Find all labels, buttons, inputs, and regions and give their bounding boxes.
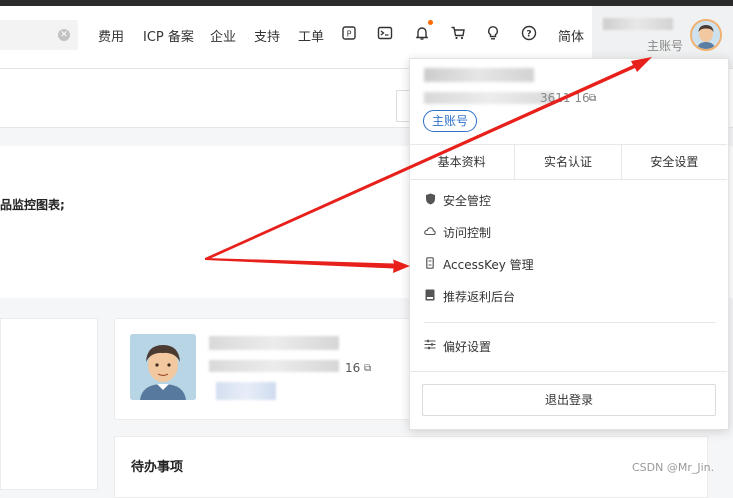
menu-item-referral[interactable]: 推荐返利后台 (424, 287, 515, 305)
menu-item-label: 推荐返利后台 (443, 289, 516, 304)
menu-item-label: 访问控制 (443, 225, 492, 240)
book-icon (424, 289, 436, 304)
profile-id-redacted (209, 360, 339, 372)
notification-dot (428, 20, 433, 25)
menu-item-label: AccessKey 管理 (443, 257, 534, 272)
dropdown-divider (424, 322, 716, 323)
search-input[interactable]: ✕ (0, 20, 78, 50)
cart-icon[interactable] (449, 24, 467, 42)
clear-search-icon[interactable]: ✕ (58, 29, 70, 41)
user-role-label: 主账号 (647, 39, 684, 53)
notice-text: 品监控图表; (0, 198, 65, 212)
svg-text:P: P (347, 30, 352, 39)
menu-item-access-control[interactable]: 访问控制 (424, 223, 491, 241)
tab-security-settings[interactable]: 安全设置 (622, 145, 727, 179)
left-panel (0, 318, 98, 490)
menu-item-label: 安全管控 (443, 193, 492, 208)
lightbulb-icon[interactable] (484, 24, 502, 42)
shield-icon (424, 193, 436, 208)
menu-item-security-control[interactable]: 安全管控 (424, 191, 491, 209)
avatar[interactable] (690, 19, 722, 51)
menu-item-label: 偏好设置 (443, 339, 492, 354)
menu-item-preferences[interactable]: 偏好设置 (424, 337, 491, 355)
todo-card (114, 436, 708, 498)
dropdown-user-name-redacted (424, 68, 534, 82)
key-icon (424, 256, 436, 272)
nav-item-billing[interactable]: 费用 (98, 26, 124, 45)
nav-item-icp[interactable]: ICP 备案 (143, 26, 194, 45)
profile-badge-redacted (216, 382, 276, 400)
todo-title: 待办事项 (131, 460, 184, 475)
dropdown-tabs: 基本资料 实名认证 安全设置 (409, 144, 727, 180)
nav-item-ticket[interactable]: 工单 (298, 26, 324, 45)
help-icon[interactable]: ? (520, 24, 538, 42)
app-store-icon[interactable]: P (340, 24, 358, 42)
tab-basic-info[interactable]: 基本资料 (409, 145, 516, 179)
copy-icon[interactable]: ⧉ (364, 363, 371, 374)
dropdown-account-id-suffix: 3611 16 (540, 91, 590, 105)
watermark: CSDN @Mr_Jin. (632, 461, 715, 474)
tab-real-name[interactable]: 实名认证 (515, 145, 622, 179)
svg-text:?: ? (526, 29, 531, 39)
profile-avatar (130, 334, 196, 400)
bell-icon[interactable] (413, 24, 431, 42)
dropdown-account-id-redacted (424, 92, 554, 104)
cloud-icon (424, 226, 436, 239)
nav-item-enterprise[interactable]: 企业 (210, 26, 236, 45)
role-pill: 主账号 (423, 110, 477, 132)
copy-icon[interactable]: ⧉ (589, 93, 596, 104)
logout-button[interactable]: 退出登录 (422, 384, 716, 416)
nav-item-support[interactable]: 支持 (254, 26, 280, 45)
language-switch[interactable]: 简体 (558, 26, 584, 45)
profile-name-redacted (209, 336, 339, 350)
user-name-redacted (603, 18, 673, 30)
dropdown-divider (409, 371, 727, 372)
menu-item-accesskey[interactable]: AccessKey 管理 (424, 255, 534, 273)
terminal-icon[interactable] (376, 24, 394, 42)
sliders-icon (424, 339, 436, 353)
profile-id-suffix: 16 (345, 361, 361, 375)
